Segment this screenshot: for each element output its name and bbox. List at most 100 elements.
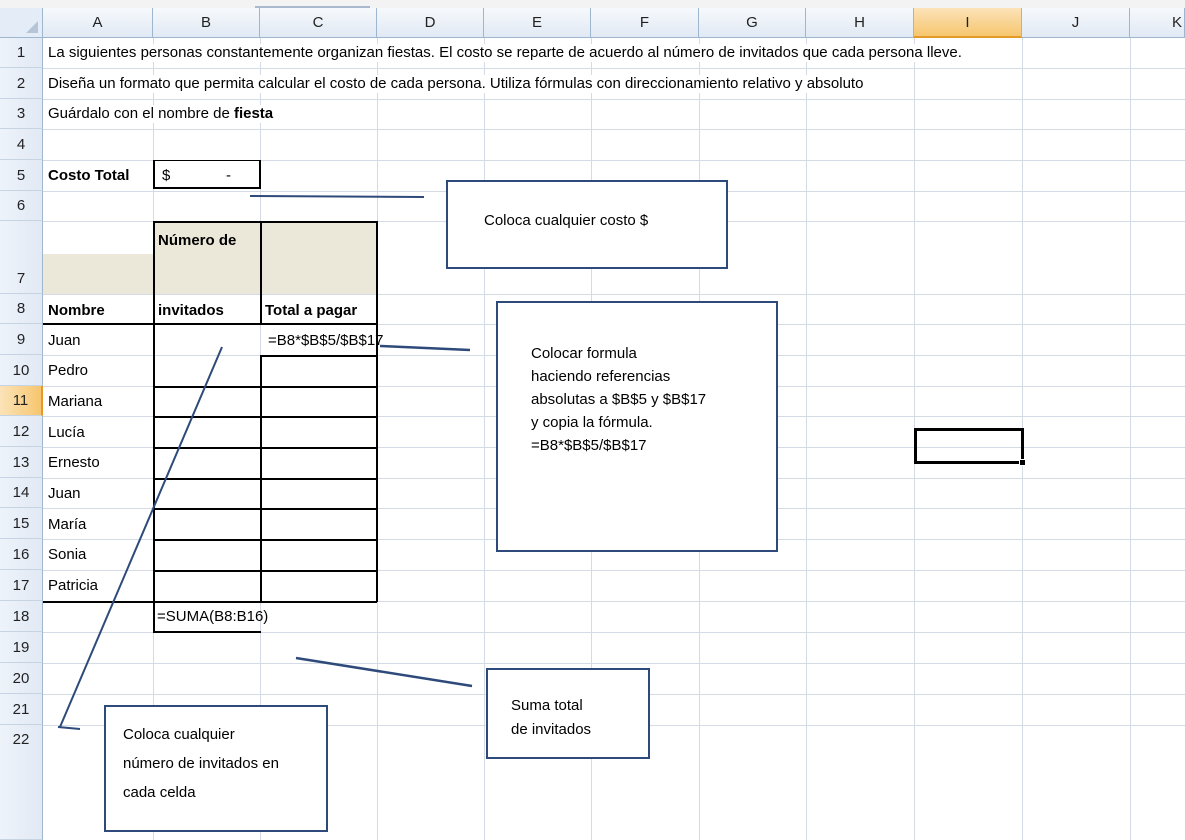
column-header-e[interactable]: E xyxy=(484,8,591,38)
row-header-9[interactable]: 9 xyxy=(0,324,43,355)
row-header-6[interactable]: 6 xyxy=(0,191,43,221)
row-header-3[interactable]: 3 xyxy=(0,99,43,129)
gridline xyxy=(43,129,1185,130)
callout-sum-line: Suma total xyxy=(511,697,583,714)
callout-formula-line: Colocar formula xyxy=(531,345,637,362)
name-cell[interactable]: Pedro xyxy=(48,362,88,380)
name-cell[interactable]: Juan xyxy=(48,332,81,350)
table-border-h12 xyxy=(153,447,377,449)
row-header-4[interactable]: 4 xyxy=(0,129,43,160)
column-header-b[interactable]: B xyxy=(153,8,260,38)
connector-guests-tip xyxy=(57,726,81,730)
callout-sum: Suma total de invitados xyxy=(486,668,650,759)
row-header-15[interactable]: 15 xyxy=(0,508,43,539)
name-cell[interactable]: Ernesto xyxy=(48,454,100,472)
header-fill-rest xyxy=(153,254,377,294)
formula-c8[interactable]: =B8*$B$5/$B$17 xyxy=(268,332,384,350)
column-header-g[interactable]: G xyxy=(699,8,806,38)
callout-guests-line: cada celda xyxy=(123,784,196,801)
gridline xyxy=(43,99,1185,100)
column-header-h[interactable]: H xyxy=(806,8,914,38)
header-total[interactable]: Total a pagar xyxy=(265,302,357,320)
active-cell-i11[interactable] xyxy=(914,428,1024,464)
name-cell[interactable]: Mariana xyxy=(48,393,102,411)
fill-handle[interactable] xyxy=(1019,459,1026,466)
header-guests-line2[interactable]: invitados xyxy=(158,302,224,320)
name-cell[interactable]: Patricia xyxy=(48,577,98,595)
header-border-mid xyxy=(260,221,262,325)
row-header-10[interactable]: 10 xyxy=(0,355,43,386)
gridline xyxy=(43,68,1185,69)
row-header-11[interactable]: 11 xyxy=(0,386,43,416)
name-cell[interactable]: María xyxy=(48,516,86,534)
sum-border-bottom xyxy=(153,631,261,633)
row-header-16[interactable]: 16 xyxy=(0,539,43,570)
cost-total-label[interactable]: Costo Total xyxy=(48,167,129,185)
connector-cost xyxy=(249,195,425,198)
table-border-h15 xyxy=(153,539,377,541)
table-border-h14 xyxy=(153,508,377,510)
header-guests-line1[interactable]: Número de xyxy=(158,232,236,250)
formula-b17[interactable]: =SUMA(B8:B16) xyxy=(157,608,268,626)
column-header-j[interactable]: J xyxy=(1022,8,1130,38)
gridline xyxy=(484,38,485,840)
cost-cell-border-left xyxy=(153,160,155,189)
callout-sum-line: de invitados xyxy=(511,721,592,738)
column-header-d[interactable]: D xyxy=(377,8,484,38)
row-header-2[interactable]: 2 xyxy=(0,68,43,99)
table-border-b-left xyxy=(153,324,155,602)
column-header-k[interactable]: K xyxy=(1130,8,1185,38)
instruction-line-3[interactable]: Guárdalo con el nombre de fiesta xyxy=(48,105,278,123)
name-cell[interactable]: Juan xyxy=(48,485,81,503)
row-header-21[interactable]: 21 xyxy=(0,694,43,725)
header-border-bottom xyxy=(43,323,377,325)
row-header-17[interactable]: 17 xyxy=(0,570,43,601)
column-header-a[interactable]: A xyxy=(43,8,153,38)
callout-formula-line: =B8*$B$5/$B$17 xyxy=(531,437,647,454)
gridline xyxy=(43,294,1185,295)
instruction-line-3-filename: fiesta xyxy=(233,105,274,122)
callout-guests-line: Coloca cualquier xyxy=(123,726,235,743)
callout-formula-line: haciendo referencias xyxy=(531,368,671,385)
gridline xyxy=(43,663,1185,664)
callout-guests-line: número de invitados en xyxy=(123,755,279,772)
select-all-icon xyxy=(26,21,38,33)
column-header-i[interactable]: I xyxy=(914,8,1022,38)
row-header-1[interactable]: 1 xyxy=(0,38,43,68)
row-header-13[interactable]: 13 xyxy=(0,447,43,478)
sum-border-left xyxy=(153,601,155,632)
cost-cell-border-bottom xyxy=(153,187,261,189)
table-border-h9 xyxy=(260,355,377,357)
row-header-19[interactable]: 19 xyxy=(0,632,43,663)
instruction-line-2[interactable]: Diseña un formato que permita calcular e… xyxy=(48,75,868,93)
row-header-8[interactable]: 8 xyxy=(0,294,43,324)
row-header-5[interactable]: 5 xyxy=(0,160,43,191)
header-nombre[interactable]: Nombre xyxy=(48,302,105,320)
instruction-line-1[interactable]: La siguientes personas constantemente or… xyxy=(48,44,966,62)
callout-formula-line: absolutas a $B$5 y $B$17 xyxy=(531,391,707,408)
row-header-14[interactable]: 14 xyxy=(0,478,43,508)
column-header-c[interactable]: C xyxy=(260,8,377,38)
table-border-h16 xyxy=(153,570,377,572)
gridline xyxy=(1130,38,1131,840)
instruction-line-3-text: Guárdalo con el nombre de xyxy=(48,105,234,122)
select-all-button[interactable] xyxy=(0,8,43,38)
row-header-12[interactable]: 12 xyxy=(0,416,43,447)
header-border-left-b xyxy=(153,221,155,325)
header-fill-nombre xyxy=(43,254,153,294)
row-header-22[interactable]: 22 xyxy=(0,725,43,840)
row-header-20[interactable]: 20 xyxy=(0,663,43,694)
row-header-18[interactable]: 18 xyxy=(0,601,43,632)
row-header-7[interactable]: 7 xyxy=(0,221,43,294)
header-border-right xyxy=(376,221,378,325)
cost-cell-border-right xyxy=(259,160,261,189)
name-cell[interactable]: Lucía xyxy=(48,424,85,442)
name-cell[interactable]: Sonia xyxy=(48,546,86,564)
table-border-h10 xyxy=(153,386,377,388)
table-border-right xyxy=(376,324,378,602)
cost-value[interactable]: - xyxy=(226,167,231,185)
table-border-h11 xyxy=(153,416,377,418)
cost-currency[interactable]: $ xyxy=(162,167,170,185)
tab-indicator xyxy=(255,0,370,8)
column-header-f[interactable]: F xyxy=(591,8,699,38)
